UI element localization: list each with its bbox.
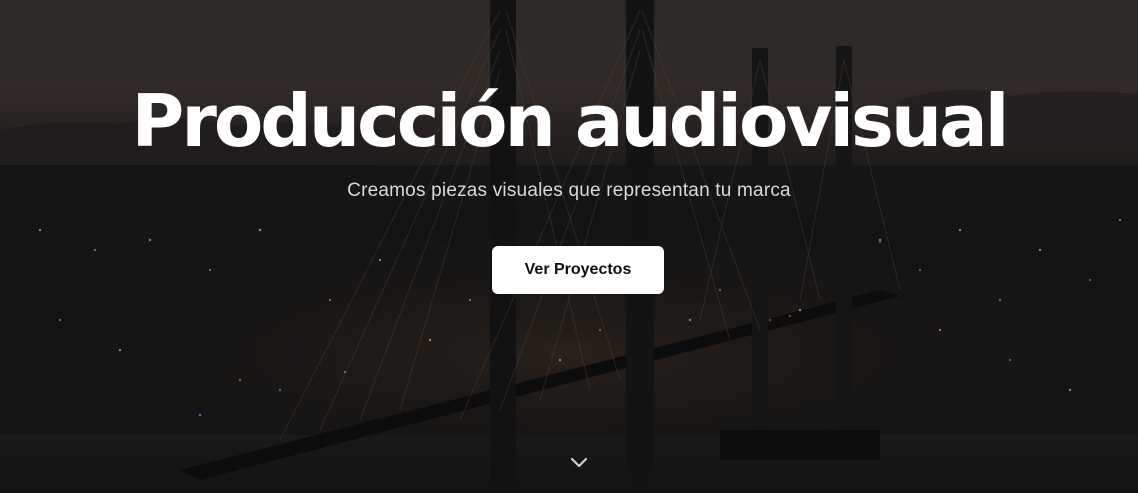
view-projects-button[interactable]: Ver Proyectos (492, 246, 664, 294)
hero-section: Producción audiovisual Creamos piezas vi… (0, 0, 1138, 493)
hero-subtitle: Creamos piezas visuales que representan … (347, 180, 791, 201)
hero-title: Producción audiovisual (131, 79, 1010, 163)
chevron-down-icon[interactable] (567, 452, 591, 472)
